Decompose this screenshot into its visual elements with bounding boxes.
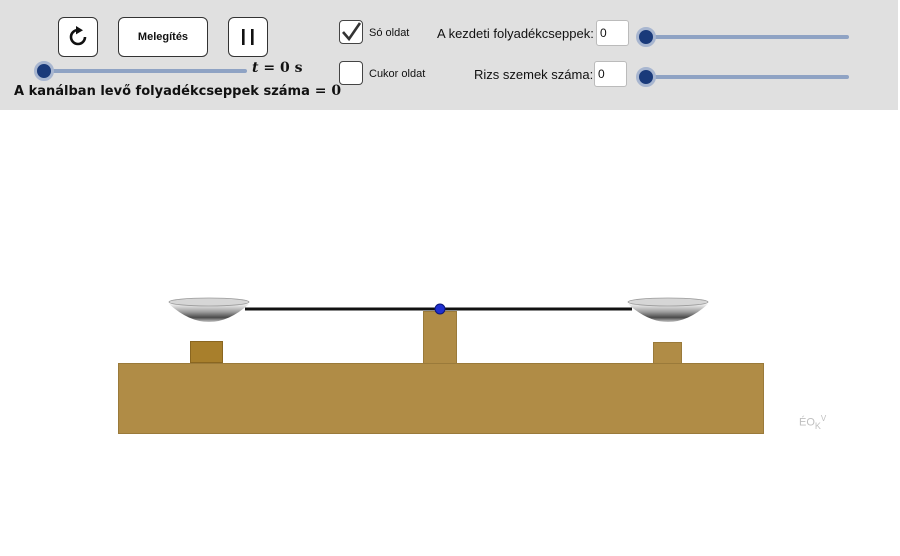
time-readout: t = 0 s — [252, 60, 302, 76]
salt-solution-checkbox[interactable] — [339, 20, 363, 44]
heat-button[interactable]: Melegítés — [118, 17, 208, 57]
pause-icon — [242, 29, 254, 45]
sugar-solution-label: Cukor oldat — [369, 68, 426, 80]
checkmark-icon — [342, 22, 362, 42]
initial-drops-label: A kezdeti folyadékcseppek: — [437, 26, 594, 41]
rice-grains-slider-knob[interactable] — [636, 67, 656, 87]
rotate-reset-icon — [69, 26, 87, 46]
drops-in-spoon-equals: = — [314, 83, 327, 99]
time-variable: t — [252, 60, 259, 76]
left-counterweight-block — [190, 341, 223, 363]
balance-pillar — [423, 311, 457, 364]
right-pan — [627, 297, 709, 322]
rice-grains-input[interactable]: 0 — [594, 61, 627, 87]
time-value: 0 — [279, 60, 290, 76]
drops-in-spoon-readout: A kanálban levő folyadékcseppek száma = … — [14, 83, 341, 99]
initial-drops-slider-track[interactable] — [646, 35, 849, 39]
time-equals: = — [263, 60, 276, 76]
time-slider-track[interactable] — [44, 69, 247, 73]
reset-button[interactable] — [58, 17, 98, 57]
time-unit: s — [294, 60, 303, 76]
left-pan — [168, 297, 250, 322]
pause-button[interactable] — [228, 17, 268, 57]
right-counterweight-block — [653, 342, 682, 364]
initial-drops-slider-knob[interactable] — [636, 27, 656, 47]
rice-grains-slider-track[interactable] — [646, 75, 849, 79]
control-panel: Melegítés t = 0 s A kanálban levő folyad… — [0, 0, 898, 110]
time-slider-knob[interactable] — [34, 61, 54, 81]
watermark-main: ÉO — [799, 416, 815, 429]
initial-drops-input[interactable]: 0 — [596, 20, 629, 46]
drops-in-spoon-value: 0 — [331, 83, 342, 99]
salt-solution-label: Só oldat — [369, 27, 410, 39]
drops-in-spoon-label: A kanálban levő folyadékcseppek száma — [14, 84, 310, 99]
rice-grains-label: Rizs szemek száma: — [474, 67, 594, 82]
balance-base — [118, 363, 764, 434]
watermark-logo: ÉOKV — [799, 414, 826, 431]
watermark-sup: V — [820, 414, 827, 423]
sugar-solution-checkbox[interactable] — [339, 61, 363, 85]
